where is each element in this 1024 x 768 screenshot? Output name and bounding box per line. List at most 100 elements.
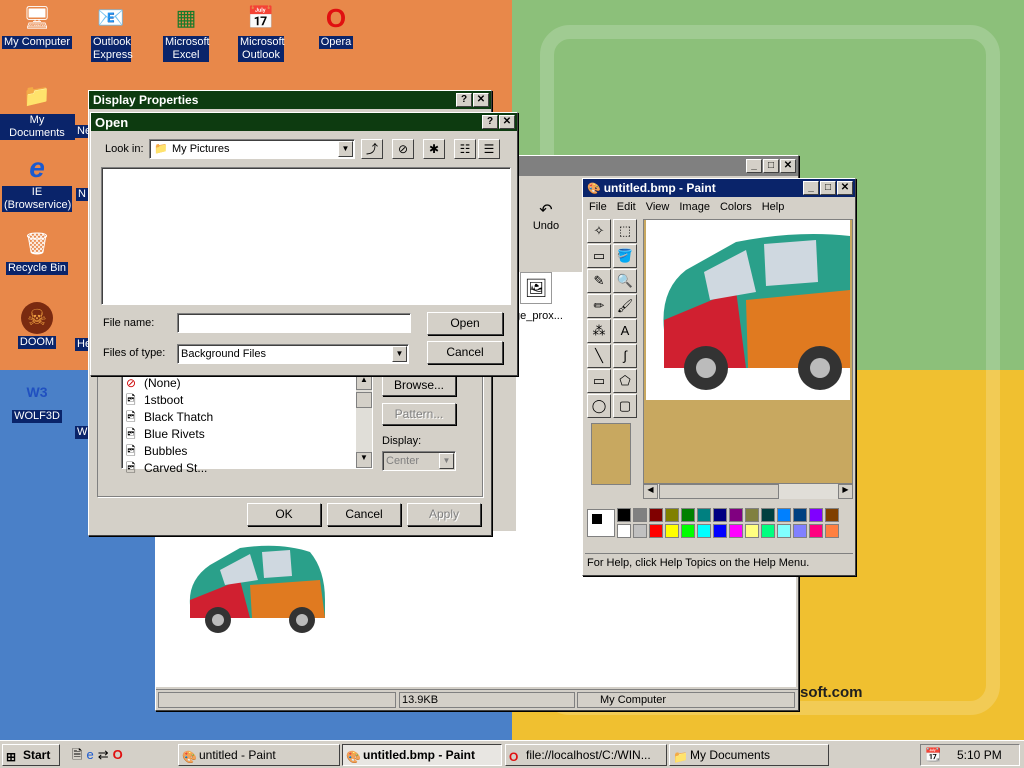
chevron-down-icon[interactable]: ▼: [338, 141, 353, 157]
palette-color[interactable]: [633, 524, 647, 538]
palette-color[interactable]: [809, 508, 823, 522]
wallpaper-list-item[interactable]: 🖻 Black Thatch: [124, 409, 356, 426]
channels-icon[interactable]: ⇄: [98, 747, 113, 762]
pick-color-icon[interactable]: ✎: [587, 269, 611, 293]
undo-button[interactable]: ↶ Undo: [516, 200, 576, 242]
airbrush-icon[interactable]: ⁂: [587, 319, 611, 343]
scroll-right-arrow[interactable]: ▶: [838, 484, 853, 499]
wallpaper-list-item[interactable]: ⊘ (None): [124, 375, 356, 392]
desktop-icon-my-computer[interactable]: 🖥 My Computer: [0, 2, 75, 49]
menu-image[interactable]: Image: [679, 201, 710, 213]
close-button[interactable]: ✕: [780, 159, 796, 173]
select-rect-icon[interactable]: ⬚: [613, 219, 637, 243]
display-select[interactable]: Center ▼: [382, 451, 456, 471]
close-button[interactable]: ✕: [499, 115, 515, 129]
cancel-button[interactable]: Cancel: [327, 503, 401, 526]
ok-button[interactable]: OK: [247, 503, 321, 526]
file-name-input[interactable]: [177, 313, 411, 333]
desktop-icon-partial[interactable]: Ne: [75, 125, 89, 138]
desktop-icon[interactable]: ⊘: [392, 139, 414, 159]
paint-canvas[interactable]: [646, 220, 850, 400]
look-in-select[interactable]: 📁 My Pictures ▼: [149, 139, 355, 159]
palette-color[interactable]: [697, 524, 711, 538]
pencil-icon[interactable]: ✏: [587, 294, 611, 318]
palette-color[interactable]: [777, 508, 791, 522]
palette-color[interactable]: [761, 508, 775, 522]
browse-button[interactable]: Browse...: [382, 374, 456, 396]
desktop-icon-excel[interactable]: ▦ Microsoft Excel: [148, 2, 224, 62]
wallpaper-list[interactable]: ⊘ (None) 🖻 1stboot 🖻 Black Thatch 🖻 Blue Rivets…: [121, 373, 373, 475]
palette-color[interactable]: [745, 508, 759, 522]
palette-color[interactable]: [617, 508, 631, 522]
desktop-icon-my-documents[interactable]: 📁 My Documents: [0, 80, 75, 140]
desktop-icon-outlook-express[interactable]: 📧 Outlook Express: [73, 2, 149, 62]
file-item-label[interactable]: ge_prox...: [514, 310, 563, 322]
rectangle-icon[interactable]: ▭: [587, 369, 611, 393]
magnifier-icon[interactable]: 🔍: [613, 269, 637, 293]
palette-color[interactable]: [617, 524, 631, 538]
desktop-icon[interactable]: 🗎: [72, 747, 86, 762]
taskbar-button-paint-active[interactable]: 🎨 untitled.bmp - Paint: [342, 744, 502, 766]
horizontal-scrollbar[interactable]: ◀ ▶: [643, 483, 853, 499]
palette-color[interactable]: [697, 508, 711, 522]
wallpaper-list-item[interactable]: 🖻 Carved St...: [124, 460, 356, 477]
select-free-icon[interactable]: ✧: [587, 219, 611, 243]
palette-color[interactable]: [665, 508, 679, 522]
taskbar-button-my-documents[interactable]: 📁 My Documents: [669, 744, 829, 766]
chevron-down-icon[interactable]: ▼: [392, 346, 407, 362]
palette-color[interactable]: [633, 508, 647, 522]
scroll-thumb[interactable]: [356, 392, 372, 408]
text-icon[interactable]: A: [613, 319, 637, 343]
clock[interactable]: 5:10 PM: [957, 748, 1002, 762]
line-icon[interactable]: ╲: [587, 344, 611, 368]
desktop-icon-ie[interactable]: e IE (Browservice): [0, 152, 75, 212]
file-list[interactable]: [101, 167, 511, 305]
start-button[interactable]: ⊞ Start: [2, 744, 60, 766]
close-button[interactable]: ✕: [473, 93, 489, 107]
brush-icon[interactable]: 🖌: [613, 294, 637, 318]
desktop-icon-opera[interactable]: O Opera: [298, 2, 374, 49]
ellipse-icon[interactable]: ◯: [587, 394, 611, 418]
menu-view[interactable]: View: [646, 201, 670, 213]
taskbar-button-opera[interactable]: Ofile://localhost/C:/WIN...: [505, 744, 667, 766]
ie-icon[interactable]: e: [86, 747, 97, 762]
palette-color[interactable]: [793, 524, 807, 538]
foreground-color[interactable]: [591, 513, 603, 525]
open-button[interactable]: Open: [427, 312, 503, 335]
palette-color[interactable]: [681, 524, 695, 538]
menu-edit[interactable]: Edit: [617, 201, 636, 213]
eraser-icon[interactable]: ▭: [587, 244, 611, 268]
up-folder-icon[interactable]: ⤴: [361, 139, 383, 159]
palette-color[interactable]: [793, 508, 807, 522]
wallpaper-list-item[interactable]: 🖻 Blue Rivets: [124, 426, 356, 443]
apply-button[interactable]: Apply: [407, 503, 481, 526]
desktop-icon-wolf3d[interactable]: W3 WOLF3D: [0, 376, 75, 423]
scroll-thumb[interactable]: [659, 484, 779, 499]
wallpaper-list-item[interactable]: 🖻 Bubbles: [124, 443, 356, 460]
close-button[interactable]: ✕: [837, 181, 853, 195]
help-button[interactable]: ?: [482, 115, 498, 129]
desktop-icon-outlook[interactable]: 📅 Microsoft Outlook: [223, 2, 299, 62]
menu-colors[interactable]: Colors: [720, 201, 752, 213]
desktop-icon-partial[interactable]: W: [75, 426, 89, 439]
palette-color[interactable]: [649, 508, 663, 522]
palette-color[interactable]: [681, 508, 695, 522]
polygon-icon[interactable]: ⬠: [613, 369, 637, 393]
new-folder-icon[interactable]: ✱: [423, 139, 445, 159]
palette-color[interactable]: [825, 508, 839, 522]
scheduler-icon[interactable]: 📆: [925, 747, 941, 763]
wallpaper-list-item[interactable]: 🖻 1stboot: [124, 392, 356, 409]
palette-color[interactable]: [825, 524, 839, 538]
desktop-icon-doom[interactable]: ☠ DOOM: [0, 302, 75, 349]
pattern-button[interactable]: Pattern...: [382, 403, 456, 425]
maximize-button[interactable]: □: [820, 181, 836, 195]
rounded-rect-icon[interactable]: ▢: [613, 394, 637, 418]
scroll-left-arrow[interactable]: ◀: [643, 484, 658, 499]
help-button[interactable]: ?: [456, 93, 472, 107]
palette-color[interactable]: [777, 524, 791, 538]
list-view-icon[interactable]: ☷: [454, 139, 476, 159]
palette-color[interactable]: [665, 524, 679, 538]
vertical-scrollbar[interactable]: ▲ ▼: [356, 374, 372, 468]
desktop-icon-recycle-bin[interactable]: 🗑 Recycle Bin: [0, 228, 75, 275]
palette-color[interactable]: [649, 524, 663, 538]
